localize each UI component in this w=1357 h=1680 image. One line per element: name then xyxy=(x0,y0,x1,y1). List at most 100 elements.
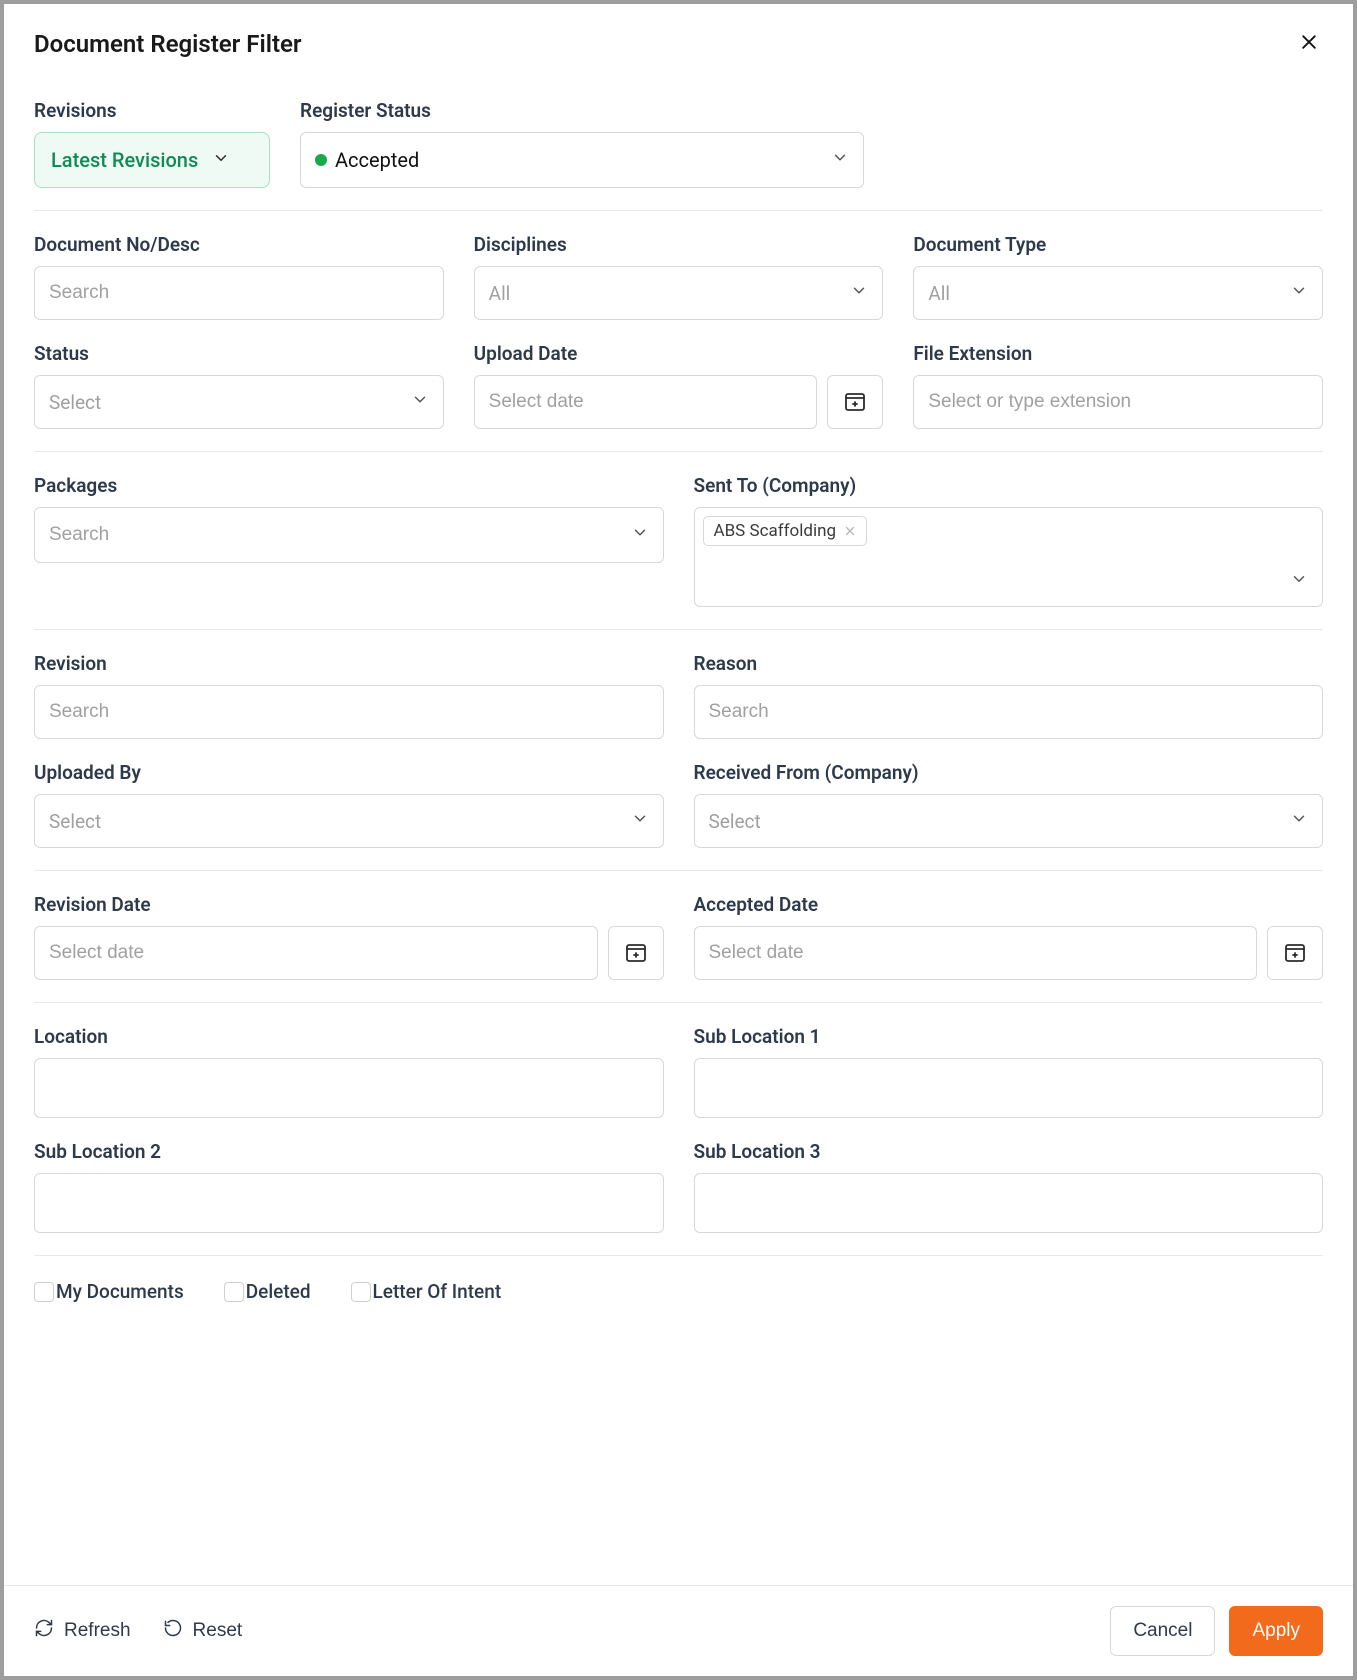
accepted-date-label: Accepted Date xyxy=(694,893,1324,916)
modal-body: Revisions Latest Revisions Register Stat… xyxy=(4,77,1353,1585)
chevron-down-icon xyxy=(411,391,429,414)
received-from-dropdown[interactable]: Select xyxy=(694,794,1324,848)
packages-input[interactable] xyxy=(49,524,619,546)
filter-modal: Document Register Filter Revisions Lates… xyxy=(4,4,1353,1676)
chevron-down-icon xyxy=(212,149,230,171)
accepted-date-picker-button[interactable] xyxy=(1267,926,1323,980)
sub-location-1-input[interactable] xyxy=(709,1077,1309,1099)
footer-left: Refresh Reset xyxy=(34,1618,242,1644)
received-from-label: Received From (Company) xyxy=(694,761,1324,784)
section-revision: Revision Reason Uploaded By Select xyxy=(34,629,1323,870)
upload-date-picker-button[interactable] xyxy=(827,375,883,429)
register-status-label: Register Status xyxy=(300,99,864,122)
reset-button[interactable]: Reset xyxy=(163,1618,243,1644)
field-revision: Revision xyxy=(34,652,664,739)
sub-location-1-input-wrap xyxy=(694,1058,1324,1118)
chevron-down-icon xyxy=(631,524,649,547)
file-ext-input-wrap xyxy=(913,375,1323,429)
field-register-status: Register Status Accepted xyxy=(300,99,864,188)
upload-date-input[interactable] xyxy=(489,391,803,413)
field-location: Location xyxy=(34,1025,664,1118)
sent-to-tag: ABS Scaffolding xyxy=(703,516,868,546)
field-revisions: Revisions Latest Revisions xyxy=(34,99,270,188)
file-ext-input[interactable] xyxy=(928,391,1308,413)
accepted-date-input[interactable] xyxy=(709,942,1243,964)
calendar-plus-icon xyxy=(843,389,867,416)
close-button[interactable] xyxy=(1295,28,1323,59)
checkbox-icon xyxy=(224,1282,244,1302)
field-file-ext: File Extension xyxy=(913,342,1323,429)
chevron-down-icon xyxy=(1290,810,1308,833)
sub-location-3-input[interactable] xyxy=(709,1192,1309,1214)
revision-date-picker-button[interactable] xyxy=(608,926,664,980)
check-letter-of-intent[interactable]: Letter Of Intent xyxy=(351,1280,502,1303)
status-value: Select xyxy=(49,391,101,414)
check-deleted-label: Deleted xyxy=(246,1280,311,1303)
upload-date-input-wrap xyxy=(474,375,818,429)
check-deleted[interactable]: Deleted xyxy=(224,1280,311,1303)
sent-to-tag-label: ABS Scaffolding xyxy=(714,521,837,541)
disciplines-label: Disciplines xyxy=(474,233,884,256)
status-label: Status xyxy=(34,342,444,365)
doc-type-dropdown[interactable]: All xyxy=(913,266,1323,320)
revision-input[interactable] xyxy=(49,701,649,723)
section-location: Location Sub Location 1 Sub Location 2 xyxy=(34,1002,1323,1255)
register-status-dropdown[interactable]: Accepted xyxy=(300,132,864,188)
field-sub-location-3: Sub Location 3 xyxy=(694,1140,1324,1233)
field-reason: Reason xyxy=(694,652,1324,739)
reason-input[interactable] xyxy=(709,701,1309,723)
register-status-value: Accepted xyxy=(335,148,419,172)
remove-tag-button[interactable] xyxy=(844,525,856,537)
revision-date-input-wrap xyxy=(34,926,598,980)
refresh-icon xyxy=(34,1618,54,1644)
revision-date-input[interactable] xyxy=(49,942,583,964)
status-dot-icon xyxy=(315,154,327,166)
calendar-plus-icon xyxy=(624,940,648,967)
section-dates: Revision Date Accepted Date xyxy=(34,870,1323,1002)
sub-location-3-label: Sub Location 3 xyxy=(694,1140,1324,1163)
reason-label: Reason xyxy=(694,652,1324,675)
sub-location-2-input-wrap xyxy=(34,1173,664,1233)
modal-header: Document Register Filter xyxy=(4,4,1353,77)
footer-right: Cancel Apply xyxy=(1110,1606,1323,1656)
status-dropdown[interactable]: Select xyxy=(34,375,444,429)
check-my-documents[interactable]: My Documents xyxy=(34,1280,184,1303)
chevron-down-icon xyxy=(831,149,849,172)
field-doc-type: Document Type All xyxy=(913,233,1323,320)
revision-input-wrap xyxy=(34,685,664,739)
doc-no-label: Document No/Desc xyxy=(34,233,444,256)
cancel-button[interactable]: Cancel xyxy=(1110,1606,1215,1656)
location-input-wrap xyxy=(34,1058,664,1118)
revisions-label: Revisions xyxy=(34,99,270,122)
doc-no-input[interactable] xyxy=(49,282,429,304)
modal-footer: Refresh Reset Cancel Apply xyxy=(4,1585,1353,1676)
sent-to-tagbox[interactable]: ABS Scaffolding xyxy=(694,507,1324,607)
location-label: Location xyxy=(34,1025,664,1048)
chevron-down-icon xyxy=(1290,282,1308,305)
revision-label: Revision xyxy=(34,652,664,675)
modal-title: Document Register Filter xyxy=(34,30,302,58)
packages-dropdown[interactable] xyxy=(34,507,664,563)
checkbox-icon xyxy=(351,1282,371,1302)
apply-button[interactable]: Apply xyxy=(1229,1606,1323,1656)
field-packages: Packages xyxy=(34,474,664,607)
sub-location-2-input[interactable] xyxy=(49,1192,649,1214)
refresh-label: Refresh xyxy=(64,1620,131,1642)
field-sub-location-2: Sub Location 2 xyxy=(34,1140,664,1233)
received-from-value: Select xyxy=(709,810,761,833)
uploaded-by-dropdown[interactable]: Select xyxy=(34,794,664,848)
refresh-button[interactable]: Refresh xyxy=(34,1618,131,1644)
field-uploaded-by: Uploaded By Select xyxy=(34,761,664,848)
sub-location-1-label: Sub Location 1 xyxy=(694,1025,1324,1048)
location-input[interactable] xyxy=(49,1077,649,1099)
revisions-dropdown[interactable]: Latest Revisions xyxy=(34,132,270,188)
disciplines-dropdown[interactable]: All xyxy=(474,266,884,320)
field-sub-location-1: Sub Location 1 xyxy=(694,1025,1324,1118)
sent-to-label: Sent To (Company) xyxy=(694,474,1324,497)
revision-date-label: Revision Date xyxy=(34,893,664,916)
file-ext-label: File Extension xyxy=(913,342,1323,365)
sub-location-2-label: Sub Location 2 xyxy=(34,1140,664,1163)
chevron-down-icon xyxy=(850,282,868,305)
section-checks: My Documents Deleted Letter Of Intent xyxy=(34,1255,1323,1383)
check-my-documents-label: My Documents xyxy=(56,1280,184,1303)
